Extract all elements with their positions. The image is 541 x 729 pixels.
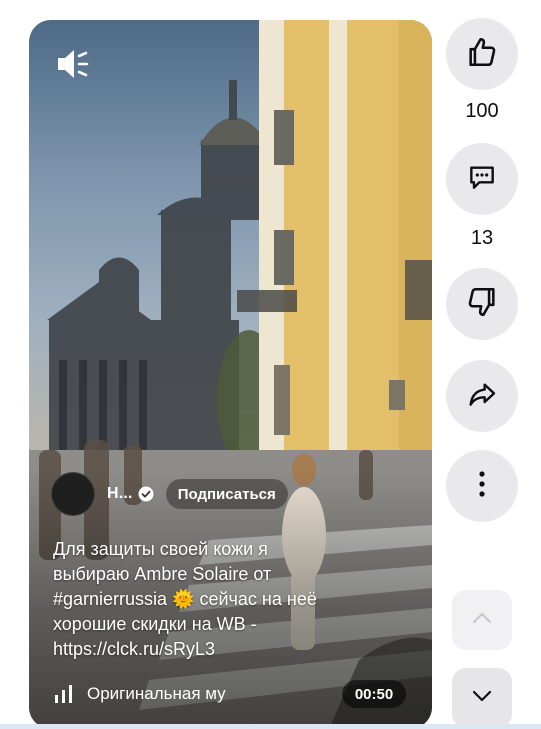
channel-row: Н... Подписаться xyxy=(51,472,288,516)
thumbs-down-icon xyxy=(465,285,499,324)
like-count: 100 xyxy=(465,100,499,122)
previous-video-button[interactable] xyxy=(452,590,512,650)
music-label: Оригинальная му xyxy=(87,684,226,703)
shorts-page: Н... Подписаться Для защиты своей кожи я… xyxy=(0,0,541,729)
video-caption[interactable]: Для защиты своей кожи я выбираю Ambre So… xyxy=(53,537,393,662)
next-video-button[interactable] xyxy=(452,668,512,728)
sound-on-icon xyxy=(55,47,91,86)
video-duration: 00:50 xyxy=(342,680,406,708)
comments-count: 13 xyxy=(470,227,494,249)
subscribe-button[interactable]: Подписаться xyxy=(165,479,288,509)
share-icon xyxy=(466,378,498,415)
music-link[interactable]: Оригинальная му xyxy=(53,682,226,706)
comment-icon xyxy=(466,161,498,198)
chevron-up-icon xyxy=(471,611,493,630)
more-options-button[interactable] xyxy=(446,450,518,522)
comments-button[interactable] xyxy=(446,143,518,215)
share-button[interactable] xyxy=(446,360,518,432)
more-vert-icon xyxy=(477,470,487,503)
dislike-button[interactable] xyxy=(446,268,518,340)
channel-name[interactable]: Н... xyxy=(107,485,133,503)
thumbs-up-icon xyxy=(465,35,499,74)
sound-toggle-button[interactable] xyxy=(51,46,95,86)
verified-check-icon xyxy=(138,486,154,502)
channel-avatar[interactable] xyxy=(51,472,95,516)
video-player[interactable]: Н... Подписаться Для защиты своей кожи я… xyxy=(29,20,432,729)
like-button[interactable] xyxy=(446,18,518,90)
chevron-down-icon xyxy=(471,689,493,708)
page-divider xyxy=(0,724,541,729)
music-bars-icon xyxy=(53,685,75,703)
